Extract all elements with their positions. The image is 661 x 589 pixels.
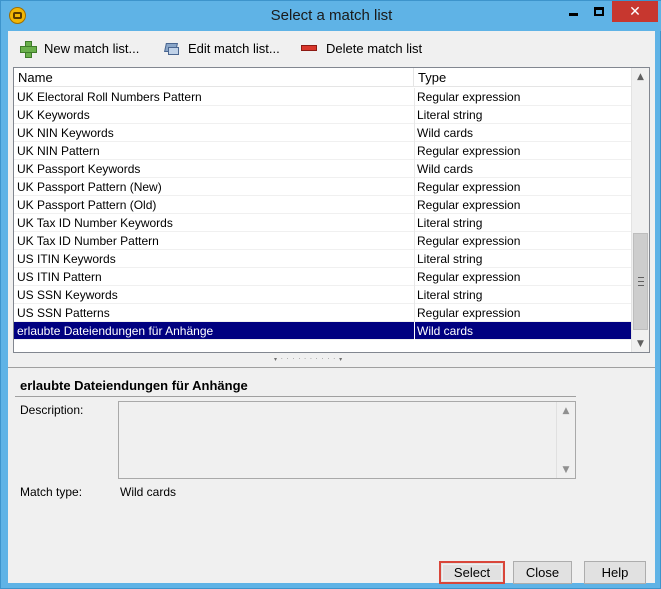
new-match-list-label: New match list... (44, 40, 140, 56)
column-separator (414, 88, 415, 106)
match-list-table[interactable]: Name Type UK Electoral Roll Numbers Patt… (13, 67, 650, 353)
row-name: US ITIN Pattern (17, 270, 102, 284)
row-type: Regular expression (417, 306, 521, 320)
column-separator (414, 178, 415, 196)
maximize-button[interactable] (586, 1, 612, 22)
description-field[interactable]: ▲ ▼ (118, 401, 576, 479)
scroll-up-icon[interactable]: ▲ (557, 402, 575, 419)
table-header: Name Type (14, 68, 631, 87)
column-separator (414, 268, 415, 286)
column-separator (414, 250, 415, 268)
description-label: Description: (20, 403, 84, 417)
scroll-down-icon[interactable]: ▼ (557, 461, 575, 478)
table-row[interactable]: UK Passport Pattern (New) Regular express… (14, 178, 631, 196)
maximize-icon (594, 7, 604, 16)
row-name: UK Tax ID Number Keywords (17, 216, 173, 230)
close-icon: ✕ (629, 3, 641, 20)
row-type: Literal string (417, 252, 483, 266)
close-button[interactable]: Close (513, 561, 572, 584)
row-type: Literal string (417, 108, 483, 122)
table-row[interactable]: UK NIN Keywords Wild cards (14, 124, 631, 142)
column-separator (414, 286, 415, 304)
green-plus-icon (19, 40, 37, 58)
row-type: Wild cards (417, 126, 474, 140)
column-separator (414, 214, 415, 232)
row-name: UK Passport Pattern (Old) (17, 198, 157, 212)
edit-match-list-button[interactable]: Edit match list... (163, 38, 280, 58)
help-button[interactable]: Help (584, 561, 646, 584)
row-name: erlaubte Dateiendungen für Anhänge (17, 324, 214, 338)
row-name: US SSN Patterns (17, 306, 110, 320)
row-type: Regular expression (417, 90, 521, 104)
row-type: Wild cards (417, 162, 474, 176)
table-row[interactable]: UK Passport Keywords Wild cards (14, 160, 631, 178)
column-separator (414, 304, 415, 322)
select-button[interactable]: Select (439, 561, 505, 584)
scroll-down-icon[interactable]: ▼ (632, 335, 649, 352)
column-separator (414, 322, 415, 340)
list-scrollbar[interactable]: ▲ ▼ (631, 68, 649, 352)
row-name: UK Electoral Roll Numbers Pattern (17, 90, 202, 104)
dialog-window: Select a match list ✕ New match list... … (0, 0, 661, 589)
toolbar: New match list... Edit match list... Del… (8, 31, 655, 65)
column-separator (414, 232, 415, 250)
scrollbar-thumb[interactable] (633, 233, 648, 330)
column-header-name[interactable]: Name (14, 68, 414, 87)
title-bar[interactable]: Select a match list ✕ (1, 1, 661, 31)
column-header-type[interactable]: Type (414, 68, 631, 87)
row-type: Literal string (417, 216, 483, 230)
match-type-label: Match type: (20, 485, 83, 499)
close-window-button[interactable]: ✕ (612, 1, 658, 22)
minimize-icon (568, 13, 578, 16)
red-minus-icon (301, 40, 317, 56)
dialog-client-area: New match list... Edit match list... Del… (8, 31, 655, 584)
splitter-grip-icon: ▾ · · · · · · · · · · ▾ (274, 357, 344, 363)
description-scrollbar[interactable]: ▲ ▼ (556, 402, 575, 478)
table-row[interactable]: UK NIN Pattern Regular expression (14, 142, 631, 160)
edit-match-list-label: Edit match list... (188, 40, 280, 56)
row-type: Literal string (417, 288, 483, 302)
row-name: UK Tax ID Number Pattern (17, 234, 159, 248)
row-type: Regular expression (417, 270, 521, 284)
table-row[interactable]: US SSN Keywords Literal string (14, 286, 631, 304)
match-type-value: Wild cards (120, 485, 177, 499)
table-row[interactable]: UK Tax ID Number Keywords Literal string (14, 214, 631, 232)
table-row[interactable]: UK Keywords Literal string (14, 106, 631, 124)
column-separator (414, 196, 415, 214)
pane-splitter[interactable]: ▾ · · · · · · · · · · ▾ (8, 354, 655, 365)
row-type: Regular expression (417, 198, 521, 212)
column-separator (414, 142, 415, 160)
row-name: UK Passport Keywords (17, 162, 141, 176)
delete-match-list-button[interactable]: Delete match list (301, 38, 422, 58)
detail-title: erlaubte Dateiendungen für Anhänge (20, 378, 248, 393)
table-body: UK Electoral Roll Numbers Pattern Regular… (14, 88, 631, 340)
table-row[interactable]: erlaubte Dateiendungen für Anhänge Wild c… (14, 322, 631, 340)
edit-list-icon (163, 40, 179, 56)
row-type: Wild cards (417, 324, 474, 338)
row-name: UK Keywords (17, 108, 90, 122)
scroll-up-icon[interactable]: ▲ (632, 68, 649, 85)
table-row[interactable]: US SSN Patterns Regular expression (14, 304, 631, 322)
table-row[interactable]: US ITIN Pattern Regular expression (14, 268, 631, 286)
minimize-button[interactable] (560, 1, 586, 22)
column-separator (414, 124, 415, 142)
column-separator (414, 106, 415, 124)
table-row[interactable]: US ITIN Keywords Literal string (14, 250, 631, 268)
column-separator (414, 160, 415, 178)
row-name: UK NIN Keywords (17, 126, 114, 140)
row-name: US SSN Keywords (17, 288, 118, 302)
table-row[interactable]: UK Tax ID Number Pattern Regular expressi… (14, 232, 631, 250)
delete-match-list-label: Delete match list (326, 40, 423, 56)
row-name: UK NIN Pattern (17, 144, 100, 158)
divider (15, 396, 576, 397)
divider (8, 367, 655, 368)
row-name: UK Passport Pattern (New) (17, 180, 162, 194)
new-match-list-button[interactable]: New match list... (19, 38, 139, 58)
row-name: US ITIN Keywords (17, 252, 116, 266)
row-type: Regular expression (417, 234, 521, 248)
row-type: Regular expression (417, 180, 521, 194)
row-type: Regular expression (417, 144, 521, 158)
table-row[interactable]: UK Passport Pattern (Old) Regular express… (14, 196, 631, 214)
table-row[interactable]: UK Electoral Roll Numbers Pattern Regular… (14, 88, 631, 106)
